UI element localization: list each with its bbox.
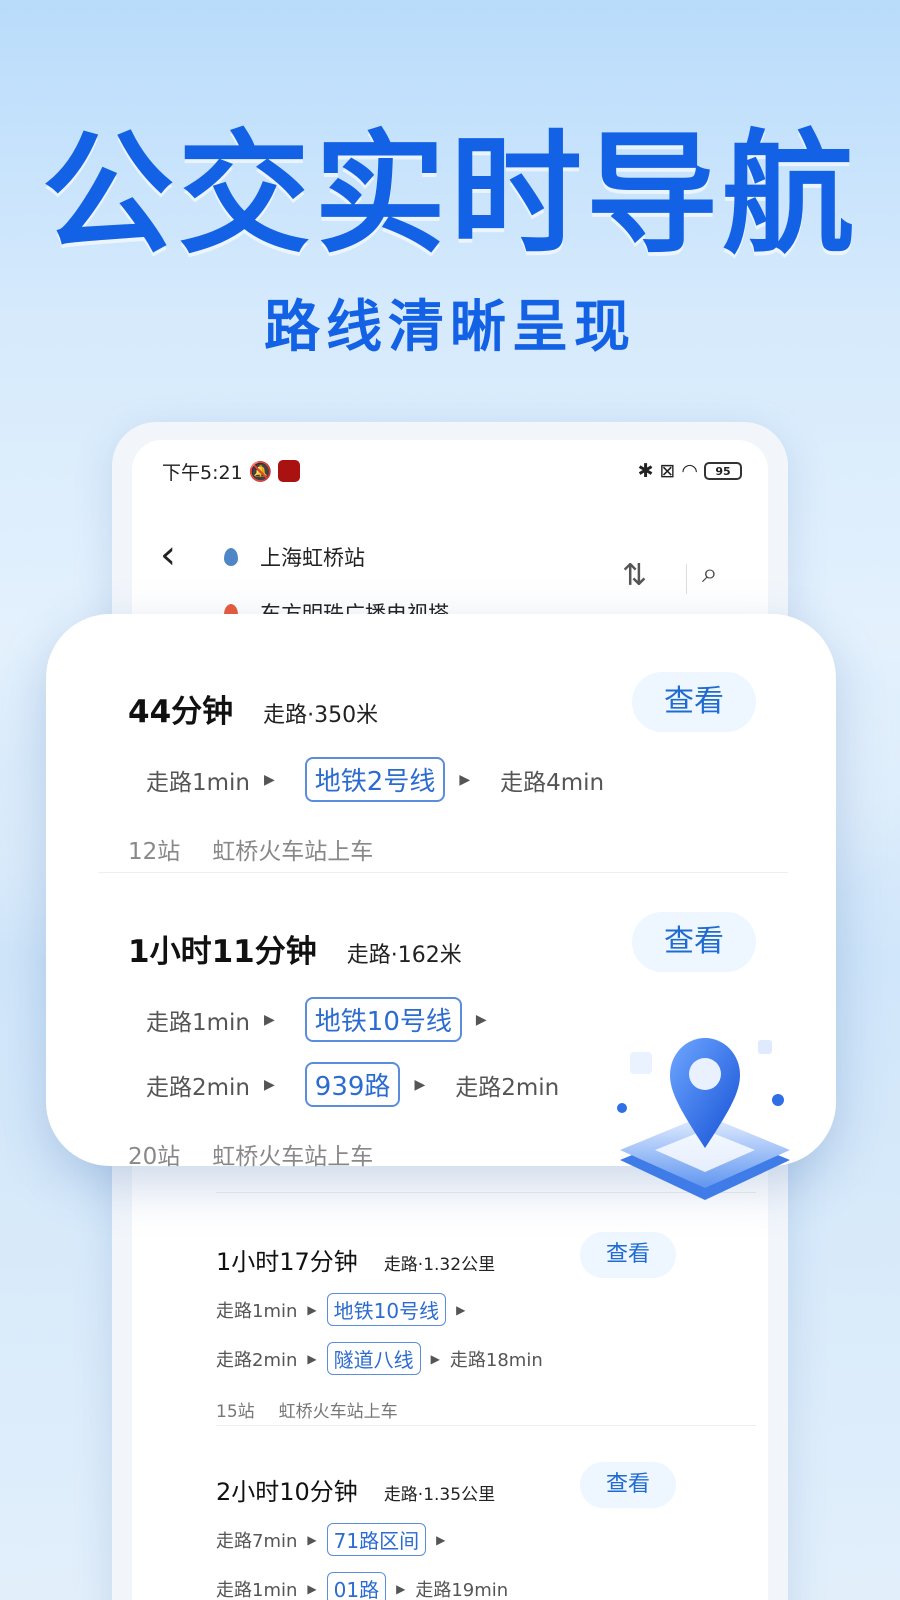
boarding-station: 虹桥火车站上车: [212, 1144, 374, 1170]
transit-segment-row: 走路7min ▶ 71路区间 ▶: [216, 1523, 736, 1556]
divider: [216, 1425, 756, 1426]
route-start[interactable]: 上海虹桥站: [224, 542, 365, 572]
battery-level: 95: [715, 464, 731, 478]
arrow-right-icon: ▶: [436, 1532, 446, 1547]
route-option-1[interactable]: 44分钟 走路·350米 查看 走路1min ▶ 地铁2号线 ▶ 走路4min …: [128, 672, 768, 866]
walk-segment: 走路2min: [455, 1074, 560, 1101]
walk-segment: 走路19min: [415, 1579, 509, 1600]
headline: 公交实时导航: [42, 118, 858, 272]
option-meta: 12站 虹桥火车站上车: [128, 832, 768, 866]
search-icon[interactable]: ⌕: [702, 556, 718, 590]
arrow-right-icon: ▶: [264, 1076, 275, 1093]
stop-count: 15站: [216, 1402, 255, 1422]
route-option-4[interactable]: 2小时10分钟 走路·1.35公里 查看 走路7min ▶ 71路区间 ▶ 走路…: [216, 1462, 736, 1600]
arrow-right-icon: ▶: [414, 1076, 426, 1093]
divider: [98, 872, 788, 873]
bluetooth-icon: ✱: [637, 460, 654, 482]
option-walk-distance: 走路·1.32公里: [383, 1255, 496, 1275]
boarding-station: 虹桥火车站上车: [212, 839, 374, 865]
option-walk-distance: 走路·162米: [346, 943, 462, 968]
mute-icon: 🔕: [248, 460, 273, 483]
transit-line-tag[interactable]: 939路: [304, 1062, 401, 1107]
arrow-right-icon: ▶: [459, 771, 471, 788]
back-icon[interactable]: ‹: [160, 532, 176, 578]
app-notification-icon: [278, 460, 301, 482]
view-button[interactable]: 查看: [632, 912, 756, 972]
walk-segment: 走路18min: [449, 1349, 543, 1371]
option-walk-distance: 走路·1.35公里: [383, 1485, 496, 1505]
route-start-label: 上海虹桥站: [260, 546, 365, 570]
option-duration: 2小时10分钟: [216, 1478, 358, 1506]
arrow-right-icon: ▶: [430, 1351, 440, 1366]
transit-segment-row: 走路1min ▶ 01路 ▶ 走路19min: [216, 1572, 736, 1600]
option-duration: 1小时11分钟: [128, 934, 317, 970]
arrow-right-icon: ▶: [307, 1581, 317, 1596]
status-time: 下午5:21: [162, 461, 243, 484]
walk-segment: 走路1min: [216, 1579, 298, 1600]
arrow-right-icon: ▶: [396, 1581, 406, 1596]
option-duration: 1小时17分钟: [216, 1248, 358, 1276]
status-bar: 下午5:21 🔕 ✱ ⊠ ◠ 95: [162, 456, 742, 486]
location-pin-illustration: [617, 1038, 790, 1200]
transit-segment-row: 走路1min ▶ 地铁2号线 ▶ 走路4min: [128, 757, 768, 802]
boarding-station: 虹桥火车站上车: [278, 1402, 398, 1422]
arrow-right-icon: ▶: [307, 1302, 317, 1317]
sim-off-icon: ⊠: [659, 460, 676, 482]
transit-segment-row: 走路1min ▶ 地铁10号线 ▶: [216, 1293, 736, 1326]
walk-segment: 走路7min: [216, 1530, 298, 1552]
arrow-right-icon: ▶: [264, 771, 275, 788]
transit-segment-row: 走路2min ▶ 隧道八线 ▶ 走路18min: [216, 1342, 736, 1375]
arrow-right-icon: ▶: [307, 1351, 317, 1366]
transit-line-tag[interactable]: 01路: [326, 1572, 387, 1600]
option-walk-distance: 走路·350米: [263, 703, 379, 728]
arrow-right-icon: ▶: [475, 1011, 487, 1028]
arrow-right-icon: ▶: [307, 1532, 317, 1547]
stop-count: 20站: [128, 1144, 181, 1170]
start-pin-icon: [224, 548, 238, 566]
route-option-3[interactable]: 1小时17分钟 走路·1.32公里 查看 走路1min ▶ 地铁10号线 ▶ 走…: [216, 1232, 736, 1422]
stop-count: 12站: [128, 839, 181, 865]
battery-icon: 95: [704, 462, 742, 480]
walk-segment: 走路1min: [216, 1300, 298, 1322]
option-meta: 15站 虹桥火车站上车: [216, 1397, 736, 1422]
subheadline: 路线清晰呈现: [264, 295, 636, 360]
view-button[interactable]: 查看: [580, 1462, 676, 1508]
arrow-right-icon: ▶: [264, 1011, 275, 1028]
transit-line-tag[interactable]: 隧道八线: [326, 1342, 421, 1375]
view-button[interactable]: 查看: [632, 672, 756, 732]
transit-line-tag[interactable]: 地铁10号线: [304, 997, 462, 1042]
transit-line-tag[interactable]: 地铁2号线: [304, 757, 446, 802]
arrow-right-icon: ▶: [456, 1302, 466, 1317]
transit-line-tag[interactable]: 地铁10号线: [326, 1293, 447, 1326]
status-left: 下午5:21 🔕: [162, 458, 301, 485]
wifi-icon: ◠: [681, 460, 698, 482]
status-right: ✱ ⊠ ◠ 95: [638, 460, 742, 482]
transit-line-tag[interactable]: 71路区间: [326, 1523, 427, 1556]
walk-segment: 走路1min: [146, 1009, 251, 1036]
view-button[interactable]: 查看: [580, 1232, 676, 1278]
option-duration: 44分钟: [128, 694, 234, 730]
walk-segment: 走路4min: [500, 769, 605, 796]
swap-icon[interactable]: ⇅: [622, 558, 647, 593]
walk-segment: 走路2min: [216, 1349, 298, 1371]
walk-segment: 走路1min: [146, 769, 251, 796]
walk-segment: 走路2min: [146, 1074, 251, 1101]
divider: [686, 564, 687, 594]
